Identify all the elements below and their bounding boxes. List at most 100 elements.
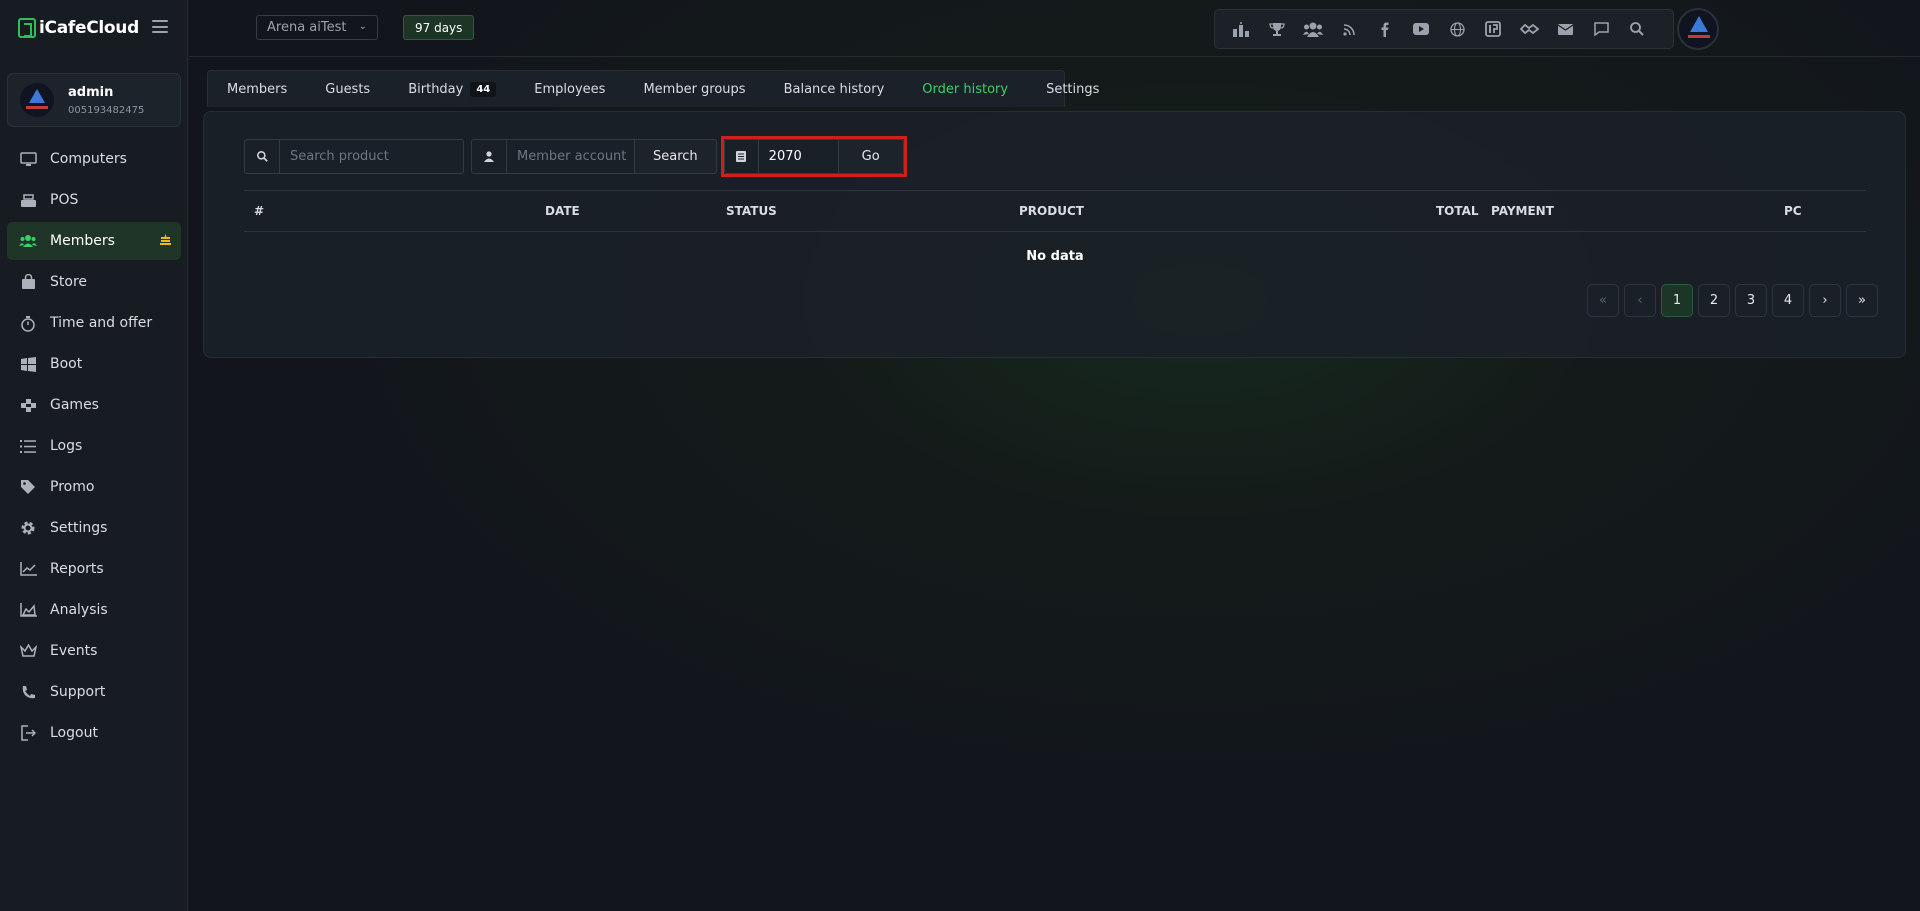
order-history-panel: Search Go # DATE STATUS PRODUCT TOTAL PA… — [203, 111, 1906, 358]
sidebar-item-reports[interactable]: Reports — [7, 550, 181, 588]
tab-label: Birthday — [408, 81, 464, 97]
sidebar-item-label: Support — [50, 684, 106, 700]
column-header-pc: PC — [1784, 204, 1802, 218]
table-header: # DATE STATUS PRODUCT TOTAL PAYMENT PC — [244, 190, 1866, 232]
sidebar-item-members[interactable]: Members — [7, 222, 181, 260]
globe-icon[interactable] — [1439, 15, 1475, 43]
prev-page-button[interactable]: ‹ — [1624, 284, 1656, 317]
tab-birthday[interactable]: Birthday 44 — [408, 81, 497, 97]
tab-balance-history[interactable]: Balance history — [784, 82, 885, 97]
sidebar-item-label: Reports — [50, 561, 104, 577]
tab-employees[interactable]: Employees — [534, 82, 605, 97]
icafe-logo-icon[interactable] — [1475, 15, 1511, 43]
sidebar-item-label: Events — [50, 643, 98, 659]
next-page-button[interactable]: › — [1809, 284, 1841, 317]
top-toolbar — [1214, 9, 1674, 49]
page-icon — [723, 139, 759, 174]
sidebar-item-logs[interactable]: Logs — [7, 427, 181, 465]
sidebar-item-pos[interactable]: POS — [7, 181, 181, 219]
gear-icon — [19, 519, 37, 537]
area-chart-icon — [19, 601, 37, 619]
page-button-2[interactable]: 2 — [1698, 284, 1730, 317]
sidebar-item-store[interactable]: Store — [7, 263, 181, 301]
search-button[interactable]: Search — [635, 139, 717, 174]
tab-member-groups[interactable]: Member groups — [643, 82, 745, 97]
sidebar-item-label: Computers — [50, 151, 127, 167]
user-icon — [471, 139, 507, 174]
cash-register-icon — [19, 191, 37, 209]
sidebar-item-label: Store — [50, 274, 88, 290]
page-button-4[interactable]: 4 — [1772, 284, 1804, 317]
crown-badge-icon — [160, 234, 171, 248]
arena-select[interactable]: Arena aiTest ⌄ — [256, 15, 378, 40]
hamburger-menu-icon[interactable] — [152, 20, 168, 33]
sidebar-item-label: Logout — [50, 725, 98, 741]
user-card[interactable]: admin 005193482475 — [7, 73, 181, 127]
sidebar-item-events[interactable]: Events — [7, 632, 181, 670]
sidebar-item-boot[interactable]: Boot — [7, 345, 181, 383]
sidebar-item-label: Settings — [50, 520, 108, 536]
sidebar-item-label: Games — [50, 397, 99, 413]
sidebar-item-analysis[interactable]: Analysis — [7, 591, 181, 629]
line-chart-icon — [19, 560, 37, 578]
mail-icon[interactable] — [1547, 15, 1583, 43]
column-header-index: # — [254, 204, 265, 218]
last-page-button[interactable]: » — [1846, 284, 1878, 317]
tab-guests[interactable]: Guests — [325, 82, 370, 97]
sidebar-item-label: Time and offer — [50, 315, 153, 331]
first-page-button[interactable]: « — [1587, 284, 1619, 317]
column-header-product: PRODUCT — [1019, 204, 1084, 218]
sidebar-item-label: Promo — [50, 479, 95, 495]
sidebar-item-label: Members — [50, 233, 115, 249]
sidebar-item-games[interactable]: Games — [7, 386, 181, 424]
gamepad-icon — [19, 396, 37, 414]
trophy-icon[interactable] — [1259, 15, 1295, 43]
shopping-bag-icon — [19, 273, 37, 291]
sidebar-item-computers[interactable]: Computers — [7, 140, 181, 178]
icafecloud-logo-icon — [18, 18, 36, 38]
tab-order-history[interactable]: Order history — [922, 82, 1008, 97]
members-tabs: Members Guests Birthday 44 Employees Mem… — [207, 70, 1099, 107]
crown-icon — [19, 642, 37, 660]
column-header-date: DATE — [545, 204, 580, 218]
sidebar-item-time-and-offer[interactable]: Time and offer — [7, 304, 181, 342]
sidebar-item-settings[interactable]: Settings — [7, 509, 181, 547]
group-icon[interactable] — [1295, 15, 1331, 43]
logout-icon — [19, 724, 37, 742]
chat-icon[interactable] — [1583, 15, 1619, 43]
tab-members[interactable]: Members — [227, 82, 287, 97]
handshake-icon[interactable] — [1511, 15, 1547, 43]
tab-settings[interactable]: Settings — [1046, 82, 1099, 97]
leaderboard-icon[interactable] — [1223, 15, 1259, 43]
monitor-icon — [19, 150, 37, 168]
chevron-down-icon: ⌄ — [358, 21, 367, 32]
facebook-icon[interactable] — [1367, 15, 1403, 43]
column-header-status: STATUS — [726, 204, 777, 218]
pagination: « ‹ 1 2 3 4 › » — [1582, 284, 1878, 317]
page-button-1[interactable]: 1 — [1661, 284, 1693, 317]
users-icon — [19, 232, 37, 250]
youtube-icon[interactable] — [1403, 15, 1439, 43]
logo-row: iCafeCloud — [0, 0, 187, 56]
phone-icon — [19, 683, 37, 701]
sidebar: iCafeCloud admin 005193482475 Computers … — [0, 0, 188, 911]
rss-icon[interactable] — [1331, 15, 1367, 43]
sidebar-item-label: Boot — [50, 356, 83, 372]
search-product-input[interactable] — [280, 139, 464, 174]
page-number-input[interactable] — [758, 139, 839, 174]
sidebar-item-support[interactable]: Support — [7, 673, 181, 711]
empty-state: No data — [1026, 249, 1084, 264]
windows-icon — [19, 355, 37, 373]
birthday-count-badge: 44 — [470, 81, 497, 97]
tag-icon — [19, 478, 37, 496]
go-button[interactable]: Go — [838, 139, 904, 174]
page-button-3[interactable]: 3 — [1735, 284, 1767, 317]
license-days-badge: 97 days — [403, 15, 475, 40]
app-name: iCafeCloud — [39, 18, 139, 38]
user-id: 005193482475 — [68, 104, 145, 116]
search-icon[interactable] — [1619, 15, 1655, 43]
profile-avatar[interactable] — [1677, 8, 1719, 50]
sidebar-item-promo[interactable]: Promo — [7, 468, 181, 506]
member-account-input[interactable] — [507, 139, 635, 174]
sidebar-item-logout[interactable]: Logout — [7, 714, 181, 752]
